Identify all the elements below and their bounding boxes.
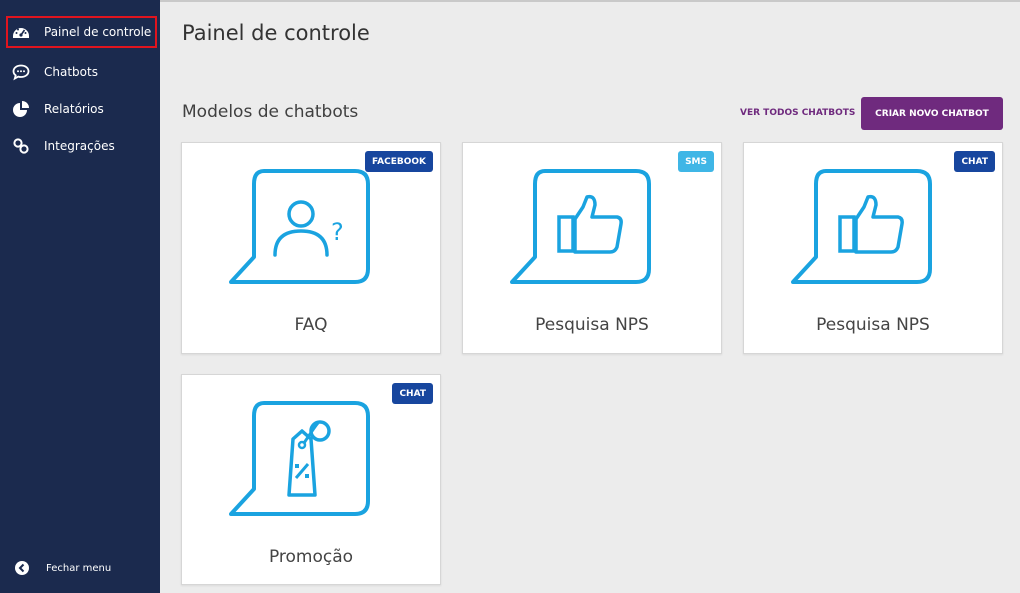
card-title: Promoção	[268, 547, 354, 567]
sidebar-item-integracoes[interactable]: Integrações	[6, 130, 157, 162]
svg-text:?: ?	[331, 218, 344, 246]
channel-badge: FACEBOOK	[365, 151, 433, 172]
chatbot-template-card-nps-sms[interactable]: SMS Pesquisa NPS	[462, 142, 722, 354]
sidebar-item-label: Relatórios	[44, 102, 104, 116]
section-title: Modelos de chatbots	[182, 102, 359, 122]
link-icon	[12, 137, 30, 155]
card-title: Pesquisa NPS	[535, 315, 649, 335]
card-title: Pesquisa NPS	[816, 315, 930, 335]
pie-chart-icon	[12, 100, 30, 118]
top-divider	[160, 0, 1020, 2]
sidebar-item-relatorios[interactable]: Relatórios	[6, 93, 157, 125]
chatbot-template-card-faq[interactable]: FACEBOOK ? FAQ	[181, 142, 441, 354]
thumbs-up-icon	[791, 169, 932, 284]
chat-bubble-icon	[12, 63, 30, 81]
sidebar-item-label: Painel de controle	[44, 25, 152, 39]
thumbs-up-icon	[510, 169, 651, 284]
chevron-left-circle-icon	[14, 560, 30, 576]
channel-badge: CHAT	[392, 383, 433, 404]
page-title: Painel de controle	[182, 21, 370, 45]
card-title: FAQ	[294, 315, 328, 335]
sidebar-item-chatbots[interactable]: Chatbots	[6, 56, 157, 88]
price-tag-icon	[229, 401, 370, 516]
close-menu-label: Fechar menu	[46, 562, 112, 574]
dashboard-icon	[12, 23, 30, 41]
sidebar-item-painel-de-controle[interactable]: Painel de controle	[6, 16, 157, 48]
chatbot-template-card-nps-chat[interactable]: CHAT Pesquisa NPS	[743, 142, 1003, 354]
channel-badge: SMS	[678, 151, 714, 172]
sidebar-item-label: Chatbots	[44, 65, 98, 79]
view-all-chatbots-link[interactable]: VER TODOS CHATBOTS	[740, 108, 855, 118]
sidebar-item-label: Integrações	[44, 139, 115, 153]
sidebar: Painel de controle Chatbots Relatórios I…	[0, 0, 160, 593]
create-new-chatbot-button[interactable]: CRIAR NOVO CHATBOT	[861, 97, 1003, 130]
channel-badge: CHAT	[954, 151, 995, 172]
faq-user-question-icon: ?	[229, 169, 370, 284]
close-menu-button[interactable]: Fechar menu	[14, 560, 111, 576]
chatbot-template-card-promocao[interactable]: CHAT Promoção	[181, 374, 441, 585]
